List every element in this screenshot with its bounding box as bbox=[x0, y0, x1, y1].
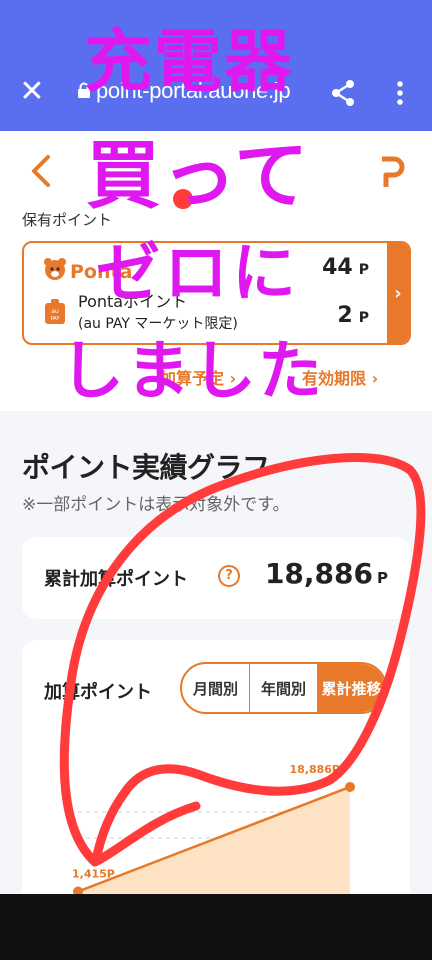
close-icon[interactable]: ✕ bbox=[18, 77, 46, 107]
au-pay-market-icon: au PAY bbox=[45, 299, 65, 324]
browser-toolbar: ✕ point-portal.auone.jp bbox=[0, 0, 432, 131]
back-icon[interactable] bbox=[26, 151, 56, 191]
ponta-points-value: 44 P bbox=[322, 255, 369, 280]
ponta-points-number: 44 bbox=[322, 255, 353, 280]
share-icon[interactable] bbox=[328, 78, 358, 108]
chart-point[interactable] bbox=[345, 781, 355, 792]
ponta-logo: Ponta bbox=[44, 258, 132, 283]
period-toggle: 月間別 年間別 累計推移 bbox=[180, 662, 387, 714]
more-vert-icon[interactable] bbox=[388, 78, 412, 108]
chevron-right-icon[interactable]: › bbox=[387, 243, 409, 343]
total-points-card: 累計加算ポイント ? 18,886 P bbox=[22, 537, 410, 619]
total-points-label: 累計加算ポイント bbox=[44, 569, 188, 590]
au-pay-points-unit: P bbox=[358, 310, 369, 326]
tab-monthly[interactable]: 月間別 bbox=[182, 664, 250, 712]
chart-label: 加算ポイント bbox=[44, 682, 152, 703]
au-pay-points-value: 2P bbox=[337, 303, 369, 328]
help-icon[interactable]: ? bbox=[218, 565, 240, 587]
total-points-number: 18,886 bbox=[264, 557, 373, 590]
total-points-value: 18,886 P bbox=[265, 557, 388, 590]
expiry-link[interactable]: 有効期限 › bbox=[302, 365, 378, 389]
points-header: 保有ポイント Ponta 44 P au PAY Pontaポイント (au PA… bbox=[0, 131, 432, 411]
scheduled-points-link[interactable]: 加算予定 › bbox=[160, 365, 236, 389]
url-text[interactable]: point-portal.auone.jp bbox=[96, 78, 291, 104]
chart-data-label: 18,886P bbox=[289, 763, 340, 776]
tab-cumulative[interactable]: 累計推移 bbox=[318, 664, 385, 712]
lock-icon bbox=[78, 82, 90, 98]
au-pay-points-sub: (au PAY マーケット限定) bbox=[78, 316, 238, 332]
svg-text:PAY: PAY bbox=[51, 316, 61, 322]
graph-title: ポイント実績グラフ bbox=[22, 451, 270, 484]
system-nav-bar bbox=[0, 894, 432, 960]
au-pay-points-number: 2 bbox=[337, 303, 353, 328]
graph-note: ※一部ポイントは表示対象外です。 bbox=[22, 495, 290, 515]
holding-points-label: 保有ポイント bbox=[22, 211, 113, 229]
au-pay-points-label: Pontaポイント (au PAY マーケット限定) bbox=[78, 291, 238, 335]
tab-yearly[interactable]: 年間別 bbox=[250, 664, 318, 712]
total-points-unit: P bbox=[377, 569, 388, 587]
chart-data-label: 1,415P bbox=[72, 868, 115, 881]
chart-card: 1,415P 18,886P 加算ポイント 月間別 年間別 累計推移 bbox=[22, 640, 410, 900]
svg-text:Ponta: Ponta bbox=[70, 261, 132, 283]
points-balance-card[interactable]: Ponta 44 P au PAY Pontaポイント (au PAY マーケット… bbox=[22, 241, 411, 345]
point-logo-icon[interactable] bbox=[376, 153, 408, 193]
svg-text:au: au bbox=[51, 308, 59, 315]
au-pay-points-name: Pontaポイント bbox=[78, 292, 188, 311]
ponta-points-unit: P bbox=[358, 262, 369, 278]
